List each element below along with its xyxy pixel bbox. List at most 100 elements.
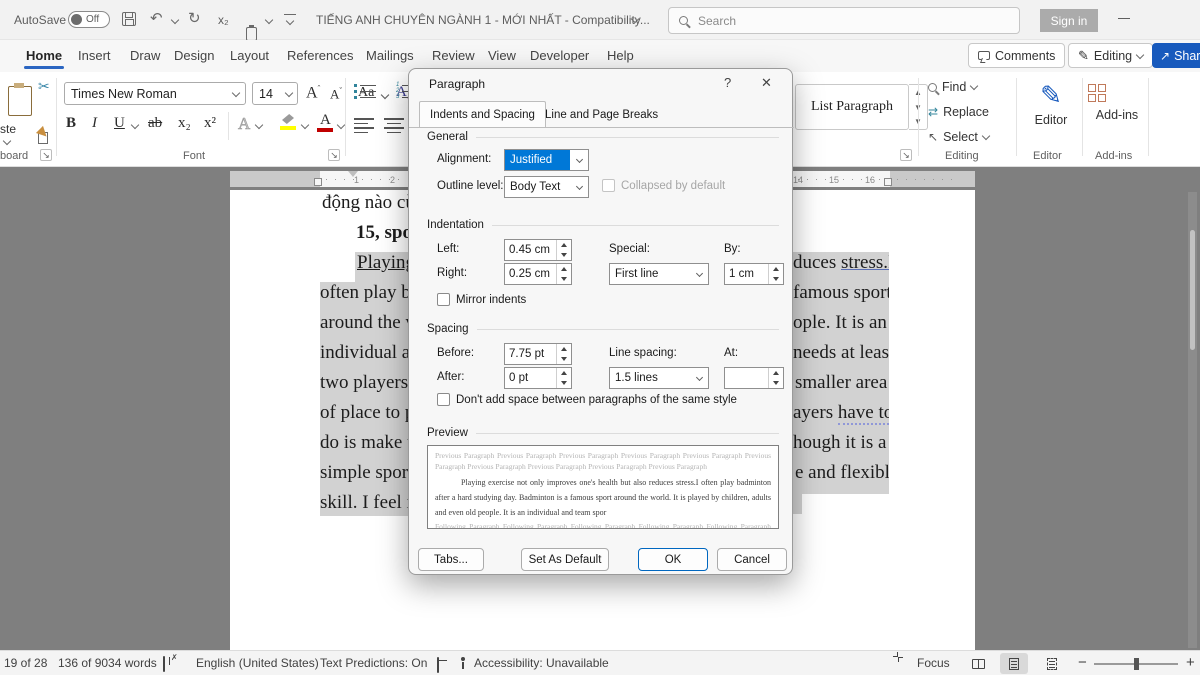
style-gallery-item[interactable]: List Paragraph — [795, 84, 909, 130]
font-dialog-launcher-icon[interactable]: ↘ — [328, 149, 340, 161]
undo-icon[interactable]: ↶ — [150, 11, 163, 26]
spin-down-icon[interactable] — [557, 274, 571, 284]
share-button[interactable]: ↗ Shar — [1152, 43, 1200, 68]
spin-up-icon[interactable] — [557, 368, 571, 378]
editor-button[interactable]: ✎ Editor — [1022, 80, 1080, 127]
tabs-button[interactable]: Tabs... — [418, 548, 484, 571]
subscript-qat-button[interactable]: x₂ — [218, 13, 229, 27]
font-size-combo[interactable]: 14 — [252, 82, 298, 105]
align-center-icon[interactable] — [384, 118, 404, 133]
help-icon[interactable]: ? — [724, 75, 731, 90]
search-input[interactable]: Search — [668, 7, 1020, 34]
subscript-button[interactable]: x₂ — [178, 115, 191, 132]
underline-button[interactable]: U — [114, 115, 125, 132]
more-commands-icon[interactable] — [284, 14, 296, 15]
text-effects-button[interactable]: A — [238, 114, 250, 134]
page-indicator[interactable]: 19 of 28 — [4, 656, 47, 670]
styles-dialog-launcher-icon[interactable]: ↘ — [900, 149, 912, 161]
at-spinner[interactable] — [724, 367, 784, 389]
strikethrough-button[interactable]: ab — [148, 115, 162, 132]
spin-down-icon[interactable] — [769, 378, 783, 388]
select-button[interactable]: ↖ Select — [928, 130, 989, 144]
cancel-button[interactable]: Cancel — [717, 548, 787, 571]
spacing-after-spinner[interactable]: 0 pt — [504, 367, 572, 389]
find-button[interactable]: Find — [928, 80, 977, 94]
close-icon[interactable]: ✕ — [761, 75, 772, 91]
by-spinner[interactable]: 1 cm — [724, 263, 784, 285]
paste-icon[interactable] — [8, 86, 32, 116]
ok-button[interactable]: OK — [638, 548, 708, 571]
replace-button[interactable]: ⇄ Replace — [928, 105, 989, 119]
focus-label[interactable]: Focus — [917, 656, 950, 670]
autosave-toggle[interactable]: Off — [68, 11, 110, 28]
tab-review[interactable]: Review — [430, 40, 477, 70]
indent-right-spinner[interactable]: 0.25 cm — [504, 263, 572, 285]
dont-add-space-checkbox[interactable] — [437, 393, 450, 406]
mirror-indents-checkbox[interactable] — [437, 293, 450, 306]
add-ins-button[interactable]: Add-ins — [1088, 80, 1146, 122]
status-window-icon[interactable] — [437, 658, 439, 672]
read-mode-button[interactable] — [964, 653, 992, 674]
paste-qat-icon[interactable] — [246, 27, 257, 41]
superscript-button[interactable]: x² — [204, 115, 216, 132]
sign-in-button[interactable]: Sign in — [1040, 9, 1098, 32]
spin-up-icon[interactable] — [769, 264, 783, 274]
indent-left-spinner[interactable]: 0.45 cm — [504, 239, 572, 261]
tab-layout[interactable]: Layout — [228, 40, 271, 70]
tab-line-and-page-breaks[interactable]: Line and Page Breaks — [535, 103, 668, 127]
font-name-combo[interactable]: Times New Roman — [64, 82, 246, 105]
proofing-errors-icon[interactable]: ✗ — [163, 657, 165, 671]
line-spacing-dropdown[interactable]: 1.5 lines — [609, 367, 709, 389]
font-color-button[interactable]: A — [320, 112, 331, 129]
print-layout-button[interactable] — [1000, 653, 1028, 674]
align-left-icon[interactable] — [354, 118, 374, 133]
bold-button[interactable]: B — [66, 115, 76, 132]
italic-button[interactable]: I — [92, 115, 97, 132]
alignment-dropdown[interactable]: Justified — [504, 149, 589, 171]
minimize-icon[interactable] — [1118, 18, 1130, 19]
save-icon[interactable] — [122, 12, 136, 26]
spin-down-icon[interactable] — [557, 250, 571, 260]
tab-references[interactable]: References — [285, 40, 355, 70]
tab-mailings[interactable]: Mailings — [364, 40, 416, 70]
more-commands-chevron-icon[interactable] — [286, 17, 294, 25]
spin-down-icon[interactable] — [557, 354, 571, 364]
paste-label[interactable]: ste — [0, 122, 16, 136]
accessibility-status[interactable]: Accessibility: Unavailable — [474, 656, 609, 670]
tab-developer[interactable]: Developer — [528, 40, 591, 70]
redo-icon[interactable]: ↻ — [188, 11, 201, 26]
highlight-pen-icon[interactable] — [282, 114, 294, 124]
document-text-right[interactable]: duces stress.I famous sport ople. It is … — [793, 190, 889, 650]
shrink-font-button[interactable]: Aˇ — [330, 86, 342, 102]
spin-up-icon[interactable] — [557, 344, 571, 354]
paste-chevron-icon[interactable] — [3, 137, 11, 145]
grow-font-button[interactable]: Aˆ — [306, 84, 320, 102]
clipboard-dialog-launcher-icon[interactable]: ↘ — [40, 149, 52, 161]
cut-icon[interactable]: ✂ — [38, 78, 50, 95]
set-as-default-button[interactable]: Set As Default — [521, 548, 609, 571]
tab-home[interactable]: Home — [24, 40, 64, 70]
spin-up-icon[interactable] — [769, 368, 783, 378]
word-count[interactable]: 136 of 9034 words — [58, 656, 157, 670]
bullets-icon[interactable] — [354, 84, 376, 99]
spin-up-icon[interactable] — [557, 240, 571, 250]
right-indent-marker[interactable] — [884, 178, 892, 186]
tab-view[interactable]: View — [486, 40, 518, 70]
spin-down-icon[interactable] — [557, 378, 571, 388]
tab-draw[interactable]: Draw — [128, 40, 162, 70]
paste-qat-chevron-icon[interactable] — [265, 16, 273, 24]
undo-chevron-icon[interactable] — [171, 16, 179, 24]
first-line-indent-marker[interactable] — [348, 171, 358, 177]
spin-up-icon[interactable] — [557, 264, 571, 274]
comments-button[interactable]: Comments — [968, 43, 1065, 68]
web-layout-button[interactable] — [1038, 653, 1066, 674]
spacing-before-spinner[interactable]: 7.75 pt — [504, 343, 572, 365]
zoom-out-button[interactable]: − — [1078, 654, 1087, 671]
document-text-left[interactable]: động nào cù 15, spo Playing often play b… — [320, 190, 408, 650]
text-predictions-indicator[interactable]: Text Predictions: On — [320, 656, 427, 670]
tab-design[interactable]: Design — [172, 40, 216, 70]
spin-down-icon[interactable] — [769, 274, 783, 284]
outline-level-dropdown[interactable]: Body Text — [504, 176, 589, 198]
left-indent-marker[interactable] — [314, 178, 322, 186]
tab-help[interactable]: Help — [605, 40, 636, 70]
